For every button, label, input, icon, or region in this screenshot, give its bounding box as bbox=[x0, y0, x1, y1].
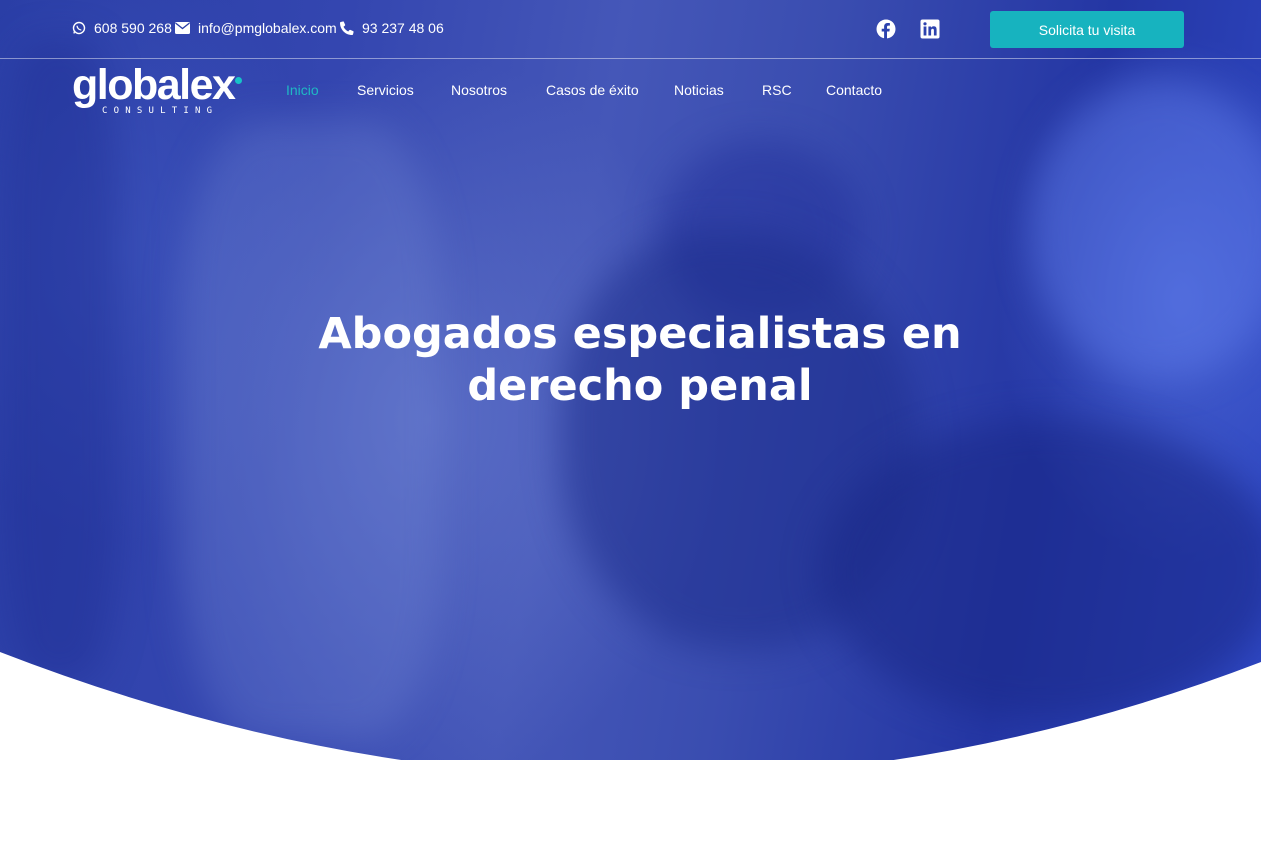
request-visit-button[interactable]: Solicita tu visita bbox=[990, 11, 1184, 48]
phone-number: 93 237 48 06 bbox=[362, 20, 444, 36]
logo-dot bbox=[235, 77, 242, 84]
whatsapp-icon bbox=[72, 21, 86, 35]
nav-item-casos-de-exito[interactable]: Casos de éxito bbox=[546, 82, 639, 98]
page: 608 590 268 info@pmglobalex.com 93 237 4… bbox=[0, 0, 1261, 847]
email-address: info@pmglobalex.com bbox=[198, 20, 337, 36]
globalex-logo[interactable]: globalex CONSULTING bbox=[72, 62, 244, 120]
logo-wordmark: globalex bbox=[72, 61, 236, 109]
nav-item-inicio[interactable]: Inicio bbox=[286, 82, 319, 98]
linkedin-icon[interactable] bbox=[920, 19, 940, 39]
nav-item-noticias[interactable]: Noticias bbox=[674, 82, 724, 98]
phone-contact[interactable]: 93 237 48 06 bbox=[340, 19, 444, 37]
headline-line-2: derecho penal bbox=[467, 361, 813, 411]
hero-bottom-curve bbox=[0, 652, 1261, 847]
envelope-icon bbox=[175, 22, 190, 34]
whatsapp-contact[interactable]: 608 590 268 bbox=[72, 19, 172, 37]
nav-item-rsc[interactable]: RSC bbox=[762, 82, 792, 98]
email-contact[interactable]: info@pmglobalex.com bbox=[175, 19, 337, 37]
nav-item-contacto[interactable]: Contacto bbox=[826, 82, 882, 98]
whatsapp-number: 608 590 268 bbox=[94, 20, 172, 36]
nav-item-nosotros[interactable]: Nosotros bbox=[451, 82, 507, 98]
top-contact-bar: 608 590 268 info@pmglobalex.com 93 237 4… bbox=[0, 0, 1261, 59]
facebook-icon[interactable] bbox=[876, 19, 896, 39]
headline-line-1: Abogados especialistas en bbox=[318, 309, 962, 359]
logo-subtitle: CONSULTING bbox=[102, 106, 219, 116]
nav-item-servicios[interactable]: Servicios bbox=[357, 82, 414, 98]
hero-headline: Abogados especialistas en derecho penal bbox=[280, 308, 1000, 412]
phone-icon bbox=[340, 21, 354, 35]
